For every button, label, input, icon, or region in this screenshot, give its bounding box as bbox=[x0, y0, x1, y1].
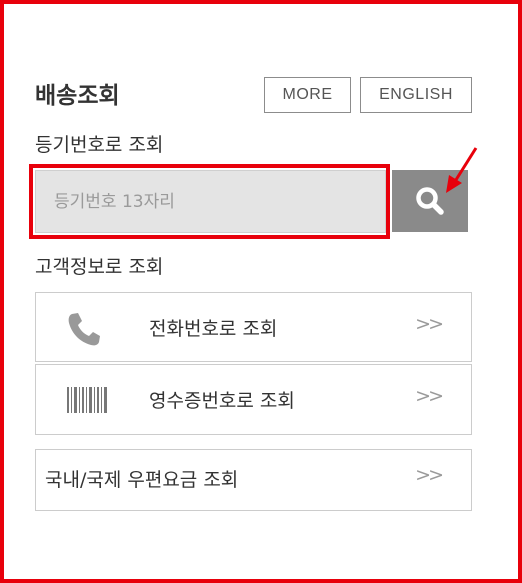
annotation-arrow-icon bbox=[446, 147, 478, 193]
page-title: 배송조회 bbox=[35, 83, 120, 109]
postage-search-item[interactable]: 국내/국제 우편요금 조회 >> bbox=[35, 449, 472, 511]
registered-number-input[interactable] bbox=[36, 171, 385, 232]
registered-search-label: 등기번호로 조회 bbox=[35, 134, 164, 156]
english-button[interactable]: ENGLISH bbox=[360, 77, 472, 113]
postage-search-label: 국내/국제 우편요금 조회 bbox=[45, 469, 239, 491]
chevron-right-icon: >> bbox=[415, 385, 444, 407]
receipt-search-item[interactable]: 영수증번호로 조회 >> bbox=[35, 364, 472, 435]
chevron-right-icon: >> bbox=[415, 313, 444, 335]
registered-number-field[interactable] bbox=[35, 170, 386, 233]
phone-search-label: 전화번호로 조회 bbox=[149, 318, 278, 340]
more-button[interactable]: MORE bbox=[264, 77, 351, 113]
phone-search-item[interactable]: 전화번호로 조회 >> bbox=[35, 292, 472, 362]
chevron-right-icon: >> bbox=[415, 464, 444, 486]
receipt-search-label: 영수증번호로 조회 bbox=[149, 390, 295, 412]
customer-search-label: 고객정보로 조회 bbox=[35, 256, 164, 278]
phone-icon bbox=[68, 313, 100, 346]
barcode-icon bbox=[67, 387, 107, 413]
